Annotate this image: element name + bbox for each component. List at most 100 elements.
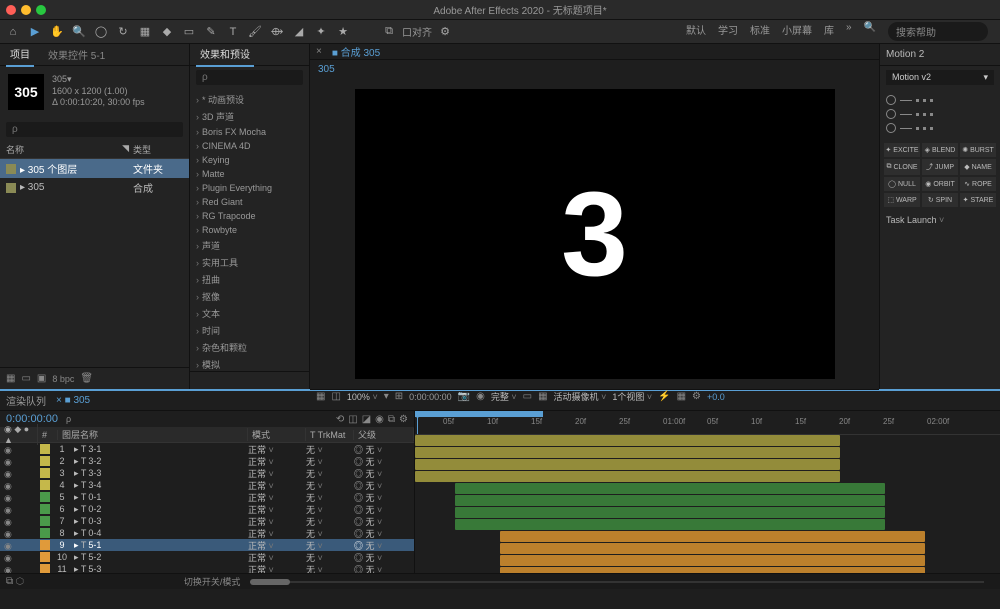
layer-bar[interactable] — [415, 471, 840, 482]
camera-tool-icon[interactable]: ▦ — [136, 23, 154, 41]
layer-row[interactable]: ◉1▸ T3-1正常无◎ 无 — [0, 443, 414, 455]
motion-blur-icon[interactable]: ◉ — [375, 414, 384, 425]
effect-category[interactable]: 实用工具 — [190, 254, 309, 271]
effect-category[interactable]: Plugin Everything — [190, 181, 309, 195]
project-item[interactable]: ▸ 305 个图层文件夹 — [0, 159, 189, 178]
workspace-tab[interactable]: 默认 — [686, 22, 706, 41]
rotate-tool-icon[interactable]: ↻ — [114, 23, 132, 41]
workspace-tab[interactable]: 学习 — [718, 22, 738, 41]
tab-effects-presets[interactable]: 效果和预设 — [196, 42, 254, 67]
effect-category[interactable]: Rowbyte — [190, 223, 309, 237]
timeline-zoom-slider[interactable] — [250, 578, 984, 586]
col-trkmat-header[interactable]: T TrkMat — [306, 430, 354, 440]
graph-icon[interactable]: ⧉ — [388, 414, 395, 425]
effect-category[interactable]: Red Giant — [190, 195, 309, 209]
delete-icon[interactable]: 🗑 — [80, 373, 93, 384]
col-layer-name-header[interactable]: 图层名称 — [58, 428, 248, 441]
type-tool-icon[interactable]: T — [224, 23, 242, 41]
effect-category[interactable]: 文本 — [190, 305, 309, 322]
layer-row[interactable]: ◉9▸ T5-1正常无◎ 无 — [0, 539, 414, 551]
motion-button-burst[interactable]: ✺BURST — [960, 143, 996, 157]
effect-category[interactable]: 3D 声道 — [190, 108, 309, 125]
effect-category[interactable]: 抠像 — [190, 288, 309, 305]
layer-bar[interactable] — [455, 507, 885, 518]
workspace-tab[interactable]: 库 — [824, 22, 834, 41]
tab-timeline-comp[interactable]: × ■ 305 — [56, 395, 90, 406]
motion-version-dropdown[interactable]: Motion v2▾ — [886, 70, 994, 85]
layer-row[interactable]: ◉3▸ T3-3正常无◎ 无 — [0, 467, 414, 479]
window-close-button[interactable] — [6, 5, 16, 15]
snap-toggle-icon[interactable]: ⧉ — [380, 23, 398, 41]
comp-thumbnail[interactable]: 305 — [8, 74, 44, 110]
col-name-header[interactable]: 名称 — [6, 143, 122, 156]
puppet-tool-icon[interactable]: ★ — [334, 23, 352, 41]
layer-bar[interactable] — [415, 435, 840, 446]
bpc-label[interactable]: 8 bpc — [52, 374, 74, 384]
new-folder-icon[interactable]: ▭ — [21, 373, 30, 384]
effect-category[interactable]: Boris FX Mocha — [190, 125, 309, 139]
tab-render-queue[interactable]: 渲染队列 — [6, 393, 46, 408]
layer-row[interactable]: ◉4▸ T3-4正常无◎ 无 — [0, 479, 414, 491]
motion-button-clone[interactable]: ⧉CLONE — [884, 159, 920, 175]
target-ring-icon[interactable] — [886, 123, 896, 133]
comp-canvas[interactable]: 3 — [355, 89, 835, 379]
task-launch-dropdown[interactable]: Task Launch — [886, 215, 944, 225]
clone-tool-icon[interactable]: ⟴ — [268, 23, 286, 41]
shy-icon[interactable]: ⟲ — [336, 414, 344, 425]
effect-category[interactable]: CINEMA 4D — [190, 139, 309, 153]
effects-search-input[interactable] — [196, 70, 303, 85]
motion-button-stare[interactable]: ✦STARE — [960, 193, 996, 207]
workspace-tab[interactable]: 标准 — [750, 22, 770, 41]
selection-tool-icon[interactable]: ▶ — [26, 23, 44, 41]
effect-category[interactable]: RG Trapcode — [190, 209, 309, 223]
brain-icon[interactable]: ⚙ — [399, 414, 408, 425]
effect-category[interactable]: 模拟 — [190, 356, 309, 371]
roto-tool-icon[interactable]: ✦ — [312, 23, 330, 41]
search-icon[interactable]: 🔍 — [864, 22, 876, 41]
anchor-tool-icon[interactable]: ◆ — [158, 23, 176, 41]
tab-comp[interactable]: ■ 合成 305 — [332, 44, 380, 59]
layer-row[interactable]: ◉7▸ T0-3正常无◎ 无 — [0, 515, 414, 527]
workspace-more-icon[interactable]: » — [846, 22, 852, 41]
layer-row[interactable]: ◉8▸ T0-4正常无◎ 无 — [0, 527, 414, 539]
shape-tool-icon[interactable]: ▭ — [180, 23, 198, 41]
layer-row[interactable]: ◉2▸ T3-2正常无◎ 无 — [0, 455, 414, 467]
interpret-icon[interactable]: ▦ — [6, 373, 15, 384]
col-visibility[interactable]: ◉ ◆ ● ▲ — [0, 424, 38, 445]
layer-bar[interactable] — [455, 519, 885, 530]
motion-button-name[interactable]: ◆NAME — [960, 159, 996, 175]
eraser-tool-icon[interactable]: ◢ — [290, 23, 308, 41]
pen-tool-icon[interactable]: ✎ — [202, 23, 220, 41]
timeline-search[interactable]: ρ — [66, 414, 71, 424]
hand-tool-icon[interactable]: ✋ — [48, 23, 66, 41]
tab-project[interactable]: 项目 — [6, 42, 34, 67]
home-icon[interactable]: ⌂ — [4, 23, 22, 41]
layer-bar[interactable] — [500, 567, 925, 573]
layer-bar[interactable] — [415, 447, 840, 458]
toggle-switches-icon[interactable]: ⧉ ⬡ — [6, 576, 24, 587]
motion-button-blend[interactable]: ◈BLEND — [922, 143, 958, 157]
frame-blend-icon[interactable]: ◪ — [362, 414, 371, 425]
target-ring-icon[interactable] — [886, 109, 896, 119]
layer-row[interactable]: ◉5▸ T0-1正常无◎ 无 — [0, 491, 414, 503]
new-comp-icon[interactable]: ▣ — [37, 373, 46, 384]
brush-tool-icon[interactable]: 🖌 — [246, 23, 264, 41]
layer-bar[interactable] — [455, 483, 885, 494]
motion-button-orbit[interactable]: ◉ORBIT — [922, 177, 958, 191]
window-min-button[interactable] — [21, 5, 31, 15]
layer-bar[interactable] — [500, 555, 925, 566]
layer-row[interactable]: ◉11▸ T5-3正常无◎ 无 — [0, 563, 414, 573]
help-search-input[interactable]: 搜索帮助 — [888, 22, 988, 41]
label-icon[interactable]: ◥ — [122, 143, 129, 156]
zoom-tool-icon[interactable]: 🔍 — [70, 23, 88, 41]
window-max-button[interactable] — [36, 5, 46, 15]
effect-category[interactable]: 声道 — [190, 237, 309, 254]
layer-bar[interactable] — [500, 543, 925, 554]
effect-category[interactable]: 扭曲 — [190, 271, 309, 288]
layer-row[interactable]: ◉6▸ T0-2正常无◎ 无 — [0, 503, 414, 515]
motion-button-null[interactable]: ◯NULL — [884, 177, 920, 191]
orbit-tool-icon[interactable]: ◯ — [92, 23, 110, 41]
target-ring-icon[interactable] — [886, 95, 896, 105]
snap-label[interactable]: 口对齐 — [402, 24, 432, 39]
effect-category[interactable]: 杂色和颗粒 — [190, 339, 309, 356]
